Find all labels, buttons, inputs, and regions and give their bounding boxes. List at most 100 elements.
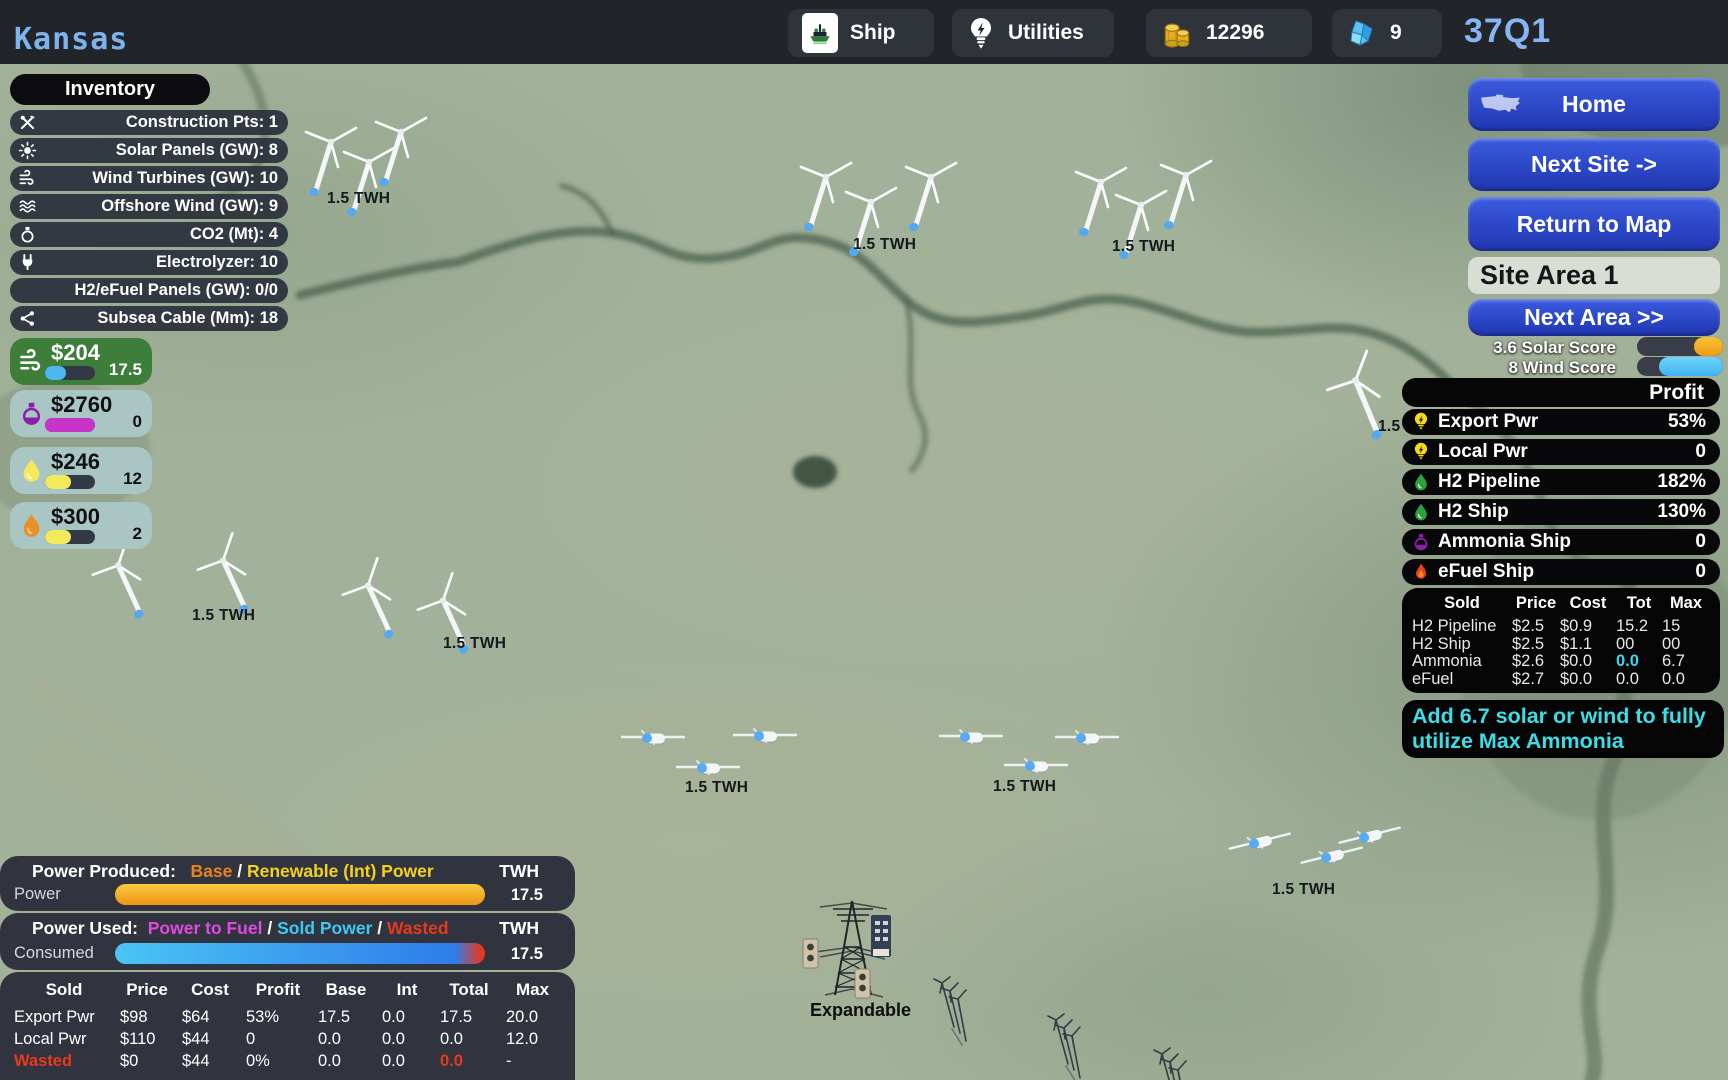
bulb-white-icon	[966, 16, 996, 50]
wind-turbine[interactable]	[1335, 818, 1406, 862]
utilities-button[interactable]: Utilities	[952, 9, 1114, 57]
price: $204	[51, 340, 100, 366]
cell: $44	[178, 1028, 242, 1050]
cell: 15	[1662, 618, 1710, 636]
cell: $0.9	[1560, 618, 1616, 636]
energy-output-label: 1.5 TWH	[192, 607, 255, 625]
wind-score-label: 8 Wind Score	[1508, 358, 1616, 378]
expandable-label: Expandable	[810, 1000, 911, 1021]
wind-score-fill	[1659, 357, 1723, 376]
power-used-box: Power Used: Power to Fuel / Sold Power /…	[0, 913, 575, 970]
energy-output-label: 1.5 TWH	[853, 236, 916, 254]
amount: 12	[123, 469, 142, 489]
efuel-price-card[interactable]: $300 2	[10, 502, 152, 549]
cell-wasted: Wasted	[12, 1050, 116, 1072]
cell: 12.0	[502, 1028, 563, 1050]
utilities-button-label: Utilities	[1008, 21, 1084, 45]
row-label: Export Pwr	[1438, 411, 1538, 433]
ammonia-price-card[interactable]: $2760 0	[10, 390, 152, 437]
energy-output-label: 1.5 TWH	[993, 778, 1056, 796]
next-site-button[interactable]: Next Site ->	[1468, 138, 1720, 191]
row-value: 0	[1695, 531, 1706, 553]
flame-icon	[1411, 562, 1431, 582]
cell-highlighted: 0.0	[1616, 653, 1662, 671]
energy-output-label: 1.5 TWH	[327, 190, 390, 208]
cell: 00	[1662, 636, 1710, 654]
cell: 17.5	[436, 1006, 502, 1028]
home-button[interactable]: Home	[1468, 78, 1720, 131]
wind-turbine[interactable]	[928, 975, 974, 1054]
ammonia-flask-icon	[18, 400, 45, 427]
wind-turbine[interactable]	[1054, 728, 1120, 757]
coins-value: 12296	[1206, 21, 1264, 45]
game-screen: 1.5 TWH 1.5 TWH 1.5 TWH 1.5 TWH 1.5 TWH 1.5 T…	[0, 0, 1728, 1080]
share-icon	[18, 309, 37, 328]
row-label: H2 Pipeline	[1438, 471, 1540, 493]
separator: /	[267, 918, 272, 938]
h2-drop-icon	[18, 457, 45, 484]
expandable-tower[interactable]	[795, 895, 910, 1005]
region-title: Kansas	[14, 22, 128, 57]
unit-label: TWH	[499, 861, 539, 882]
cell: 6.7	[1662, 653, 1710, 671]
cell: $2.6	[1512, 653, 1560, 671]
profit-header: Profit	[1402, 378, 1720, 407]
amount: 2	[133, 524, 142, 544]
wind-turbine[interactable]	[938, 727, 1004, 756]
cell: 0.0	[436, 1028, 502, 1050]
cell: 0.0	[314, 1050, 378, 1072]
cell: $1.1	[1560, 636, 1616, 654]
energy-output-label: 1.5 TWH	[443, 635, 506, 653]
row-label: Ammonia Ship	[1438, 531, 1571, 553]
cell: 17.5	[314, 1006, 378, 1028]
progress-bar	[45, 418, 95, 432]
profit-row-efuel-ship: eFuel Ship0	[1402, 559, 1720, 585]
cell: $2.5	[1512, 636, 1560, 654]
cell: $2.7	[1512, 671, 1560, 689]
price: $2760	[51, 392, 112, 418]
flask-white-icon	[18, 225, 37, 244]
wind-turbine[interactable]	[370, 105, 428, 196]
row-label: Local Pwr	[1438, 441, 1528, 463]
wind-turbine[interactable]	[1155, 148, 1213, 239]
wind-turbine[interactable]	[1225, 824, 1296, 868]
solar-score-fill	[1694, 337, 1723, 356]
cell: $0.0	[1560, 671, 1616, 689]
wind-power-price-card[interactable]: $204 17.5	[10, 338, 152, 385]
profit-row-export-pwr: Export Pwr 53%	[1402, 409, 1720, 435]
h2-price-card[interactable]: $246 12	[10, 447, 152, 494]
bulb-icon	[1411, 412, 1431, 432]
cell: 15.2	[1616, 618, 1662, 636]
inventory-item-offshore: Offshore Wind (GW): 9	[10, 194, 288, 219]
cell: $44	[178, 1050, 242, 1072]
progress-bar	[45, 366, 95, 380]
col-header: Cost	[178, 980, 242, 1006]
power-produced-box: Power Produced: Base / Renewable (Int) P…	[0, 856, 575, 911]
energy-output-label: 1.5 TWH	[685, 779, 748, 797]
advice-note: Add 6.7 solar or wind to fully utilize M…	[1402, 700, 1724, 758]
cell: 0.0	[378, 1006, 436, 1028]
profit-row-h2-ship: H2 Ship130%	[1402, 499, 1720, 525]
ship-icon	[802, 13, 838, 53]
return-to-map-button[interactable]: Return to Map	[1468, 197, 1720, 251]
row-value: 53%	[1668, 411, 1706, 433]
home-button-label: Home	[1562, 91, 1626, 118]
quarter-indicator: 37Q1	[1464, 12, 1551, 51]
next-area-button[interactable]: Next Area >>	[1468, 299, 1720, 336]
consumed-row-label: Consumed	[14, 944, 94, 963]
col-header: Profit	[242, 980, 314, 1006]
wind-turbine[interactable]	[1042, 1012, 1088, 1080]
wind-turbine[interactable]	[1148, 1046, 1194, 1080]
inventory-item-label: Construction Pts: 1	[126, 113, 278, 131]
cell: 0.0	[1662, 671, 1710, 689]
wind-turbine[interactable]	[900, 150, 958, 241]
power-produced-bar	[115, 884, 485, 905]
progress-bar	[45, 475, 95, 489]
inventory-item-label: Offshore Wind (GW): 9	[101, 197, 278, 215]
crystal-counter: 9	[1332, 9, 1442, 57]
wind-turbine[interactable]	[620, 728, 686, 757]
site-area-label: Site Area 1	[1468, 257, 1720, 294]
cell: H2 Ship	[1412, 636, 1512, 654]
wind-turbine[interactable]	[732, 726, 798, 755]
ship-button[interactable]: Ship	[788, 9, 934, 57]
